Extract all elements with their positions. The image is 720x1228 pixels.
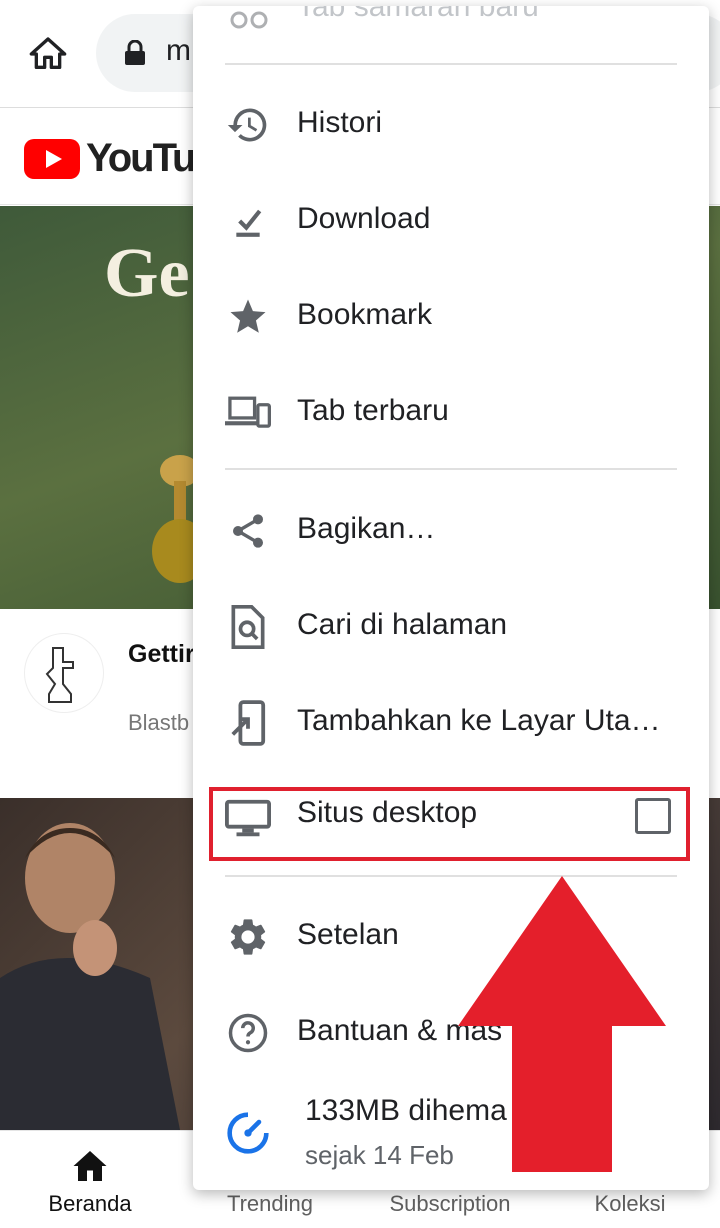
menu-label-tambahkan: Tambahkan ke Layar Uta… xyxy=(297,704,661,737)
menu-label-cari: Cari di halaman xyxy=(297,608,508,641)
nav-label-subscription: Subscription xyxy=(389,1191,511,1216)
home-icon xyxy=(29,37,67,70)
menu-item-bookmark[interactable]: Bookmark xyxy=(193,268,709,364)
menu-label-histori: Histori xyxy=(297,106,383,139)
menu-item-bagikan[interactable]: Bagikan… xyxy=(193,482,709,578)
menu-item-tab-terbaru[interactable]: Tab terbaru xyxy=(193,364,709,460)
menu-item-incognito[interactable]: Tab samaran baru xyxy=(193,6,709,62)
highlight-annotation-box xyxy=(209,787,690,861)
menu-label-bookmark: Bookmark xyxy=(297,298,433,331)
menu-divider xyxy=(225,468,677,470)
data-saver-icon xyxy=(225,1110,271,1156)
url-text: m xyxy=(166,34,191,67)
share-icon xyxy=(225,508,271,554)
devices-icon xyxy=(225,390,271,436)
nav-label-beranda: Beranda xyxy=(48,1191,132,1216)
find-in-page-icon xyxy=(225,604,271,650)
menu-label-tab-terbaru: Tab terbaru xyxy=(297,394,449,427)
up-arrow-annotation xyxy=(458,876,666,1172)
data-saver-sub: sejak 14 Feb xyxy=(305,1140,454,1170)
help-icon xyxy=(225,1010,271,1056)
incognito-icon xyxy=(230,11,268,29)
history-icon xyxy=(225,102,271,148)
nav-beranda[interactable]: Beranda xyxy=(0,1131,180,1228)
thumbnail-title-text: Ge xyxy=(104,235,190,312)
download-icon xyxy=(225,198,271,244)
channel-avatar[interactable] xyxy=(24,633,104,713)
menu-label-bagikan: Bagikan… xyxy=(297,512,436,545)
chess-player-image xyxy=(0,823,180,1130)
menu-item-cari[interactable]: Cari di halaman xyxy=(193,578,709,674)
home-button[interactable] xyxy=(22,28,74,80)
menu-divider xyxy=(225,63,677,65)
menu-item-tambahkan[interactable]: Tambahkan ke Layar Uta… xyxy=(193,674,709,770)
add-to-home-icon xyxy=(225,700,271,746)
home-filled-icon xyxy=(73,1151,107,1181)
star-icon xyxy=(225,294,271,340)
nav-label-trending: Trending xyxy=(226,1191,313,1216)
menu-label-setelan: Setelan xyxy=(297,918,399,951)
nav-label-koleksi: Koleksi xyxy=(594,1191,666,1216)
gear-icon xyxy=(225,914,271,960)
youtube-play-icon xyxy=(24,138,80,179)
chess-piece-icon xyxy=(45,647,74,703)
menu-label-download: Download xyxy=(297,202,431,235)
menu-item-download[interactable]: Download xyxy=(193,172,709,268)
menu-label-incognito: Tab samaran baru xyxy=(297,6,539,23)
menu-item-histori[interactable]: Histori xyxy=(193,76,709,172)
lock-icon xyxy=(125,40,145,65)
